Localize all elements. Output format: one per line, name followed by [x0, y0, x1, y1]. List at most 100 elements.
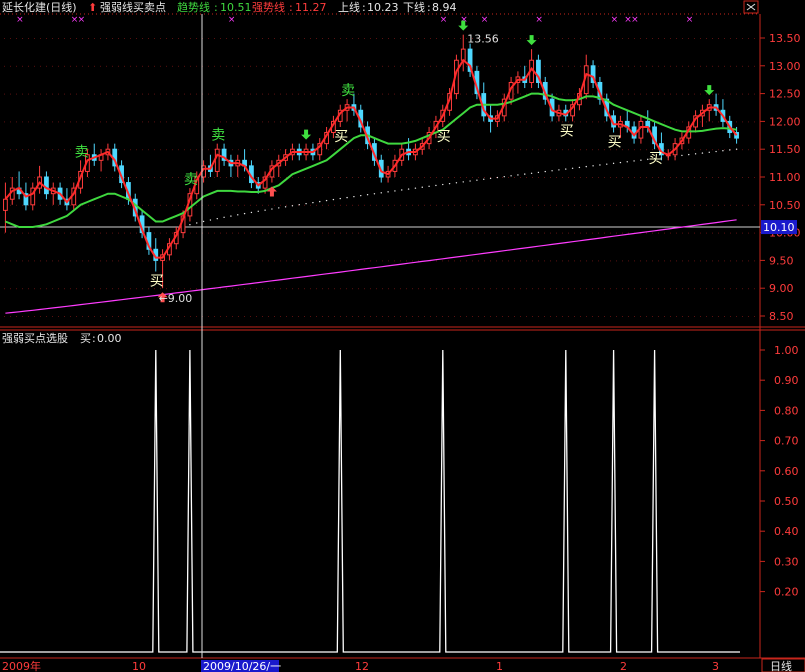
grid-dot	[466, 204, 467, 206]
grid-dot	[148, 316, 149, 317]
grid-dot	[40, 260, 41, 262]
grid-dot	[628, 149, 629, 151]
grid-dot	[706, 232, 707, 234]
grid-dot	[340, 65, 341, 67]
grid-dot	[70, 93, 71, 95]
grid-dot	[508, 288, 509, 290]
grid-dot	[694, 93, 695, 95]
grid-dot	[94, 121, 95, 123]
grid-dot	[196, 288, 197, 290]
grid-dot	[388, 121, 389, 123]
grid-dot	[154, 204, 155, 206]
grid-dot	[754, 121, 755, 123]
y-tick-label: 0.80	[774, 404, 799, 417]
grid-dot	[616, 204, 617, 206]
grid-dot	[586, 316, 587, 317]
grid-dot	[226, 232, 227, 234]
grid-dot	[148, 121, 149, 123]
grid-dot	[442, 288, 443, 290]
grid-dot	[184, 93, 185, 95]
grid-dot	[460, 316, 461, 317]
grid-dot	[328, 177, 329, 178]
sell-signal-label: 卖	[184, 172, 198, 188]
grid-dot	[112, 177, 113, 178]
grid-dot	[178, 121, 179, 123]
grid-dot	[346, 260, 347, 262]
grid-dot	[754, 93, 755, 95]
support-dot	[407, 188, 410, 190]
grid-dot	[10, 232, 11, 234]
grid-dot	[664, 149, 665, 151]
grid-dot	[178, 149, 179, 151]
grid-dot	[748, 177, 749, 178]
grid-dot	[4, 232, 5, 234]
grid-dot	[52, 260, 53, 262]
grid-dot	[130, 177, 131, 178]
grid-dot	[442, 232, 443, 234]
grid-dot	[94, 316, 95, 317]
grid-dot	[586, 149, 587, 151]
grid-dot	[544, 204, 545, 206]
support-dot	[640, 159, 642, 161]
grid-dot	[682, 232, 683, 234]
grid-dot	[268, 177, 269, 178]
support-dot	[558, 169, 560, 171]
grid-dot	[130, 121, 131, 123]
grid-dot	[370, 65, 371, 67]
grid-dot	[514, 149, 515, 151]
grid-dot	[136, 149, 137, 151]
grid-dot	[622, 93, 623, 95]
grid-dot	[364, 204, 365, 206]
grid-dot	[184, 204, 185, 206]
grid-dot	[616, 121, 617, 123]
grid-dot	[412, 65, 413, 67]
grid-dot	[640, 93, 641, 95]
grid-dot	[706, 288, 707, 290]
grid-dot	[724, 232, 725, 234]
grid-dot	[532, 316, 533, 317]
close-icon[interactable]	[743, 0, 759, 14]
grid-dot	[550, 121, 551, 123]
grid-dot	[394, 65, 395, 67]
grid-dot	[676, 177, 677, 178]
grid-dot	[238, 232, 239, 234]
grid-dot	[100, 121, 101, 123]
grid-dot	[22, 65, 23, 67]
grid-dot	[262, 288, 263, 290]
grid-dot	[130, 65, 131, 67]
grid-dot	[166, 260, 167, 262]
grid-dot	[700, 38, 701, 39]
grid-dot	[172, 260, 173, 262]
grid-dot	[148, 149, 149, 151]
grid-dot	[364, 232, 365, 234]
grid-dot	[364, 93, 365, 95]
grid-dot	[616, 232, 617, 234]
grid-dot	[472, 288, 473, 290]
grid-dot	[700, 288, 701, 290]
grid-dot	[718, 232, 719, 234]
grid-dot	[220, 177, 221, 178]
grid-dot	[418, 177, 419, 178]
grid-dot	[658, 38, 659, 39]
grid-dot	[112, 121, 113, 123]
support-dot	[421, 186, 423, 188]
support-dot	[455, 182, 458, 184]
grid-dot	[544, 260, 545, 262]
grid-dot	[166, 316, 167, 317]
grid-dot	[628, 38, 629, 39]
grid-dot	[64, 121, 65, 123]
grid-dot	[718, 288, 719, 290]
grid-dot	[298, 121, 299, 123]
grid-dot	[754, 38, 755, 39]
grid-dot	[478, 121, 479, 123]
grid-dot	[148, 204, 149, 206]
grid-dot	[640, 65, 641, 67]
grid-dot	[508, 232, 509, 234]
grid-dot	[736, 65, 737, 67]
grid-dot	[220, 149, 221, 151]
grid-dot	[556, 316, 557, 317]
support-dot	[373, 193, 376, 195]
grid-dot	[364, 38, 365, 39]
grid-dot	[34, 121, 35, 123]
grid-dot	[652, 204, 653, 206]
